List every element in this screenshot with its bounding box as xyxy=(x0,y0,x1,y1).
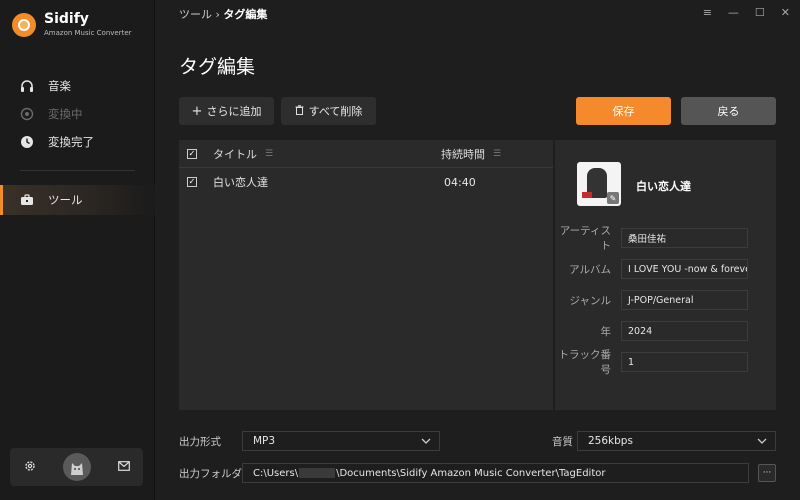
output-format-value: MP3 xyxy=(253,435,276,447)
row-checkbox[interactable]: ✓ xyxy=(187,177,197,187)
sidebar-item-music[interactable]: 音楽 xyxy=(0,72,155,100)
genre-input[interactable]: J-POP/General xyxy=(621,290,748,310)
album-cover[interactable]: ✎ xyxy=(577,162,621,206)
track-list-header: ✓ タイトル ☰ 持続時間 ☰ xyxy=(179,140,553,168)
close-icon[interactable]: ✕ xyxy=(781,6,790,19)
output-folder-label: 出力フォルダ xyxy=(179,468,242,480)
field-genre: ジャンル J-POP/General xyxy=(557,290,776,310)
output-folder-input[interactable]: C:\Users\ \Documents\Sidify Amazon Music… xyxy=(242,463,749,483)
field-year: 年 2024 xyxy=(557,321,776,341)
field-label: アーティスト xyxy=(559,225,611,252)
delete-all-label: すべて削除 xyxy=(308,105,363,118)
field-label: ジャンル xyxy=(569,294,611,307)
quality-value: 256kbps xyxy=(588,435,633,447)
add-more-button[interactable]: + さらに追加 xyxy=(179,97,274,125)
sidebar-item-tools[interactable]: ツール xyxy=(0,185,155,215)
quality-select[interactable]: 256kbps xyxy=(577,431,776,451)
sidebar-bottom-bar xyxy=(10,448,143,486)
column-title: タイトル ☰ xyxy=(213,146,441,162)
edit-cover-icon[interactable]: ✎ xyxy=(607,192,619,204)
track-list: ✓ タイトル ☰ 持続時間 ☰ ✓ 白い恋人達 04:40 xyxy=(179,140,555,410)
output-format-label: 出力形式 xyxy=(179,436,221,448)
back-button[interactable]: 戻る xyxy=(681,97,776,125)
sidebar-item-converting[interactable]: 変換中 xyxy=(0,100,155,128)
cover-accent xyxy=(582,192,592,198)
sidebar-divider xyxy=(20,170,135,171)
gear-icon[interactable] xyxy=(24,460,36,475)
sidebar-item-label: 変換中 xyxy=(48,107,83,121)
page-title: タグ編集 xyxy=(179,56,256,78)
app-subtitle: Amazon Music Converter xyxy=(44,29,132,37)
sort-icon[interactable]: ☰ xyxy=(493,149,501,159)
quality-label: 音質 xyxy=(552,436,573,448)
folder-path-prefix: C:\Users\ xyxy=(253,467,299,479)
column-title-label: タイトル xyxy=(213,147,257,161)
sort-icon[interactable]: ☰ xyxy=(265,149,273,159)
menu-icon[interactable]: ≡ xyxy=(703,6,712,19)
folder-path-suffix: \Documents\Sidify Amazon Music Converter… xyxy=(336,467,606,479)
browse-folder-button[interactable]: ··· xyxy=(758,464,776,482)
field-label: トラック番号 xyxy=(558,349,612,376)
column-duration-label: 持続時間 xyxy=(441,147,485,161)
plus-icon: + xyxy=(191,103,203,119)
output-format-select[interactable]: MP3 xyxy=(242,431,440,451)
column-duration: 持続時間 ☰ xyxy=(441,146,501,162)
field-artist: アーティスト 桑田佳祐 xyxy=(557,225,776,252)
table-row[interactable]: ✓ 白い恋人達 04:40 xyxy=(179,168,553,196)
main-area: ツール › タグ編集 ≡ — ☐ ✕ タグ編集 + さらに追加 すべて削除 保存… xyxy=(155,0,800,500)
headphones-icon xyxy=(20,79,34,93)
artist-input[interactable]: 桑田佳祐 xyxy=(621,228,748,248)
breadcrumb-separator: › xyxy=(215,8,220,21)
sidebar: Sidify Amazon Music Converter 音楽 変換中 変換完… xyxy=(0,0,155,500)
track-number-input[interactable]: 1 xyxy=(621,352,748,372)
redacted-username xyxy=(299,468,336,478)
trash-icon xyxy=(295,104,304,118)
row-title: 白い恋人達 xyxy=(213,176,268,189)
brand: Sidify Amazon Music Converter xyxy=(12,11,132,37)
maximize-icon[interactable]: ☐ xyxy=(755,6,765,19)
field-label: 年 xyxy=(600,325,612,338)
converting-icon xyxy=(20,107,34,121)
field-track-number: トラック番号 1 xyxy=(557,349,776,376)
track-name: 白い恋人達 xyxy=(636,180,691,193)
year-input[interactable]: 2024 xyxy=(621,321,748,341)
sidebar-item-label: 変換完了 xyxy=(48,135,94,149)
breadcrumb-current: タグ編集 xyxy=(223,8,268,21)
tag-edit-panel: ✓ タイトル ☰ 持続時間 ☰ ✓ 白い恋人達 04:40 ✎ 白い恋人達 アー… xyxy=(179,140,776,410)
avatar-icon[interactable] xyxy=(62,453,91,481)
sidebar-item-label: ツール xyxy=(48,193,83,207)
add-more-label: さらに追加 xyxy=(206,105,262,118)
field-label: アルバム xyxy=(569,263,611,276)
sidebar-item-converted[interactable]: 変換完了 xyxy=(0,128,155,156)
row-duration: 04:40 xyxy=(444,175,476,189)
chevron-down-icon xyxy=(421,436,431,449)
sidebar-item-label: 音楽 xyxy=(48,79,71,93)
breadcrumb: ツール › タグ編集 xyxy=(179,6,267,22)
select-all-checkbox[interactable]: ✓ xyxy=(187,148,197,159)
window-controls: ≡ — ☐ ✕ xyxy=(703,6,790,19)
breadcrumb-parent[interactable]: ツール xyxy=(179,8,212,21)
clock-icon xyxy=(20,135,34,149)
field-album: アルバム I LOVE YOU -now & foreve xyxy=(557,259,776,279)
sidify-logo-icon xyxy=(12,13,36,37)
app-name: Sidify xyxy=(44,11,89,27)
toolbox-icon xyxy=(20,193,34,207)
chevron-down-icon xyxy=(757,436,767,449)
delete-all-button[interactable]: すべて削除 xyxy=(281,97,376,125)
save-button[interactable]: 保存 xyxy=(576,97,671,125)
sidebar-nav: 音楽 変換中 変換完了 ツール xyxy=(0,72,155,215)
track-detail: ✎ 白い恋人達 アーティスト 桑田佳祐 アルバム I LOVE YOU -now… xyxy=(557,140,776,410)
album-input[interactable]: I LOVE YOU -now & foreve xyxy=(621,259,748,279)
minimize-icon[interactable]: — xyxy=(728,6,739,19)
mail-icon[interactable] xyxy=(117,460,130,474)
